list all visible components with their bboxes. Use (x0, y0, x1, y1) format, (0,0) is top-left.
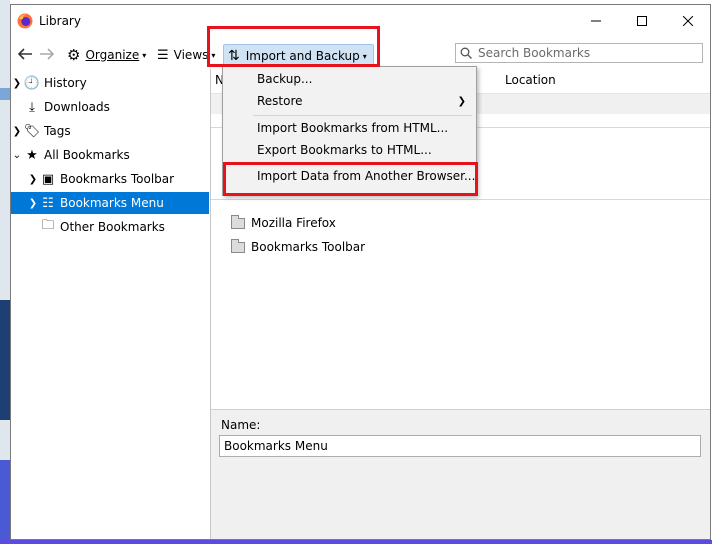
import-backup-menu: Backup... Restore ❯ Import Bookmarks fro… (222, 66, 477, 196)
tag-icon: 🏷 (23, 123, 41, 139)
star-icon: ★ (26, 147, 38, 163)
close-icon (683, 16, 693, 26)
sidebar-item-bookmarks-toolbar[interactable]: ❯ ▣ Bookmarks Toolbar (11, 168, 209, 190)
list-item[interactable]: Mozilla Firefox (231, 212, 336, 234)
folder-label: Bookmarks Toolbar (251, 240, 366, 254)
column-location[interactable]: Location (505, 73, 556, 87)
sidebar-item-all-bookmarks[interactable]: ⌄ ★ All Bookmarks (11, 144, 209, 166)
download-icon: ⤓ (29, 99, 35, 115)
search-input[interactable] (476, 45, 695, 61)
details-panel: Name: (211, 409, 710, 539)
sidebar-tree: ❯ 🕘 History ⤓ Downloads ❯ 🏷 Tags ⌄ ★ All… (11, 69, 211, 539)
menu-item-export-html[interactable]: Export Bookmarks to HTML... (223, 139, 476, 161)
chevron-right-icon: ❯ (28, 173, 38, 185)
firefox-icon (17, 13, 33, 29)
close-button[interactable] (665, 5, 711, 37)
toolbar: ⚙ Organize ▾ ☰ Views ▾ ⇅ Import and Back… (11, 39, 710, 69)
sidebar-item-bookmarks-menu[interactable]: ❯ ☷ Bookmarks Menu (11, 192, 209, 214)
submenu-arrow-icon: ❯ (457, 95, 466, 107)
background-desktop-strip (0, 0, 10, 544)
menu-item-backup[interactable]: Backup... (223, 68, 476, 90)
sidebar-item-label: Bookmarks Menu (60, 196, 164, 210)
import-backup-button[interactable]: ⇅ Import and Backup ▾ (223, 44, 374, 68)
menu-item-import-browser[interactable]: Import Data from Another Browser... (223, 165, 476, 187)
sidebar-item-label: Tags (44, 124, 71, 138)
folder-icon (231, 214, 245, 229)
sidebar-item-label: History (44, 76, 87, 90)
menu-separator (253, 163, 472, 164)
folder-icon (231, 238, 245, 253)
folder-label: Mozilla Firefox (251, 216, 336, 230)
arrow-left-icon (17, 48, 32, 60)
clock-icon: 🕘 (23, 75, 41, 91)
chevron-right-icon: ❯ (12, 77, 22, 89)
search-box[interactable] (455, 43, 703, 63)
menu-item-restore[interactable]: Restore ❯ (223, 90, 476, 112)
title-bar: Library (11, 5, 710, 37)
chevron-right-icon: ❯ (12, 125, 22, 137)
import-export-arrows-icon: ⇅ (228, 48, 240, 64)
chevron-down-icon: ⌄ (12, 149, 22, 161)
folder-icon: 🗀 (41, 218, 55, 233)
organize-label: Organize (85, 48, 140, 62)
background-taskbar-strip (0, 540, 712, 544)
toolbar-icon: ▣ (41, 171, 55, 187)
list-icon: ☰ (157, 47, 169, 63)
search-icon (460, 47, 472, 59)
caret-down-icon: ▾ (211, 50, 216, 60)
sidebar-item-tags[interactable]: ❯ 🏷 Tags (11, 120, 209, 142)
window-title: Library (39, 14, 81, 28)
sidebar-item-label: Bookmarks Toolbar (60, 172, 175, 186)
maximize-button[interactable] (619, 5, 665, 37)
back-button[interactable] (15, 44, 35, 64)
views-button[interactable]: ☰ Views ▾ (157, 44, 215, 66)
menu-separator (253, 115, 472, 116)
forward-button[interactable] (37, 44, 57, 64)
menu-item-label: Import Data from Another Browser... (257, 169, 476, 183)
menu-item-label: Import Bookmarks from HTML... (257, 121, 449, 135)
menu-item-label: Export Bookmarks to HTML... (257, 143, 432, 157)
menu-list-icon: ☷ (42, 195, 54, 211)
list-item[interactable]: Bookmarks Toolbar (231, 236, 365, 258)
caret-down-icon: ▾ (362, 51, 367, 61)
minimize-icon (591, 20, 601, 22)
sidebar-item-history[interactable]: ❯ 🕘 History (11, 72, 209, 94)
sidebar-item-label: All Bookmarks (44, 148, 130, 162)
minimize-button[interactable] (573, 5, 619, 37)
caret-down-icon: ▾ (142, 50, 147, 60)
import-backup-label: Import and Backup (245, 49, 360, 63)
organize-button[interactable]: ⚙ Organize ▾ (67, 44, 146, 66)
menu-item-label: Backup... (257, 72, 313, 86)
arrow-right-icon (40, 48, 55, 60)
separator-row (211, 199, 710, 200)
sidebar-item-label: Downloads (44, 100, 110, 114)
sidebar-item-label: Other Bookmarks (60, 220, 165, 234)
maximize-icon (637, 16, 647, 26)
sidebar-item-downloads[interactable]: ⤓ Downloads (11, 96, 209, 118)
menu-item-import-html[interactable]: Import Bookmarks from HTML... (223, 117, 476, 139)
gear-icon: ⚙ (67, 46, 81, 64)
menu-item-label: Restore (257, 94, 303, 108)
views-label: Views (173, 48, 209, 62)
name-label: Name: (221, 418, 261, 432)
sidebar-item-other-bookmarks[interactable]: 🗀 Other Bookmarks (11, 216, 209, 238)
chevron-right-icon: ❯ (28, 197, 38, 209)
name-field[interactable] (219, 435, 701, 457)
